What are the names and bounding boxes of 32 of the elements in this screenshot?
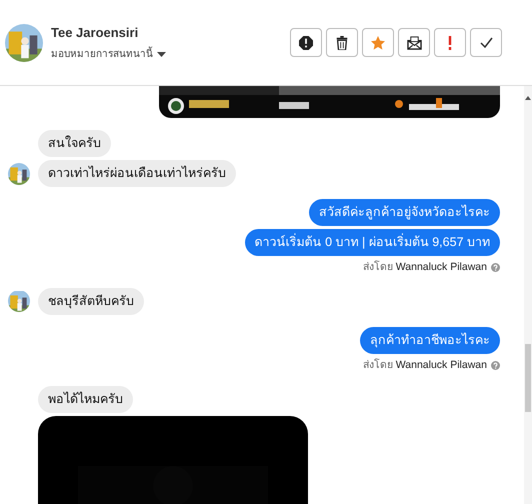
help-icon[interactable] [491,263,500,272]
message-bubble: สวัสดีค่ะลูกค้าอยู่จังหวัดอะไรคะ [309,199,500,226]
message-bubble: สนใจครับ [38,130,111,157]
message-bubble: ดาวเท่าไหร่ผ่อนเดือนเท่าไหร่ครับ [38,160,236,187]
mail-icon [406,36,422,50]
caret-icon [157,52,166,57]
scrollbar[interactable] [524,86,532,504]
trash-icon [335,36,349,50]
avatar [5,24,43,62]
exclamation-icon [448,36,452,50]
assign-dropdown[interactable]: มอบหมายการสนทนานี้ [51,46,166,62]
star-icon [371,36,385,50]
sender-info: ส่งโดย Wannaluck Pilawan [362,260,487,275]
message-bubble: ดาวน์เริ่มต้น 0 บาท | ผ่อนเริ่มต้น 9,657 บาท [244,229,500,256]
help-icon[interactable] [491,361,500,370]
message-bubble: ลุกค้าทำอาชีพอะไรคะ [360,326,500,354]
scrollbar-thumb[interactable] [525,344,531,412]
trash-button[interactable] [326,28,358,57]
scroll-up-icon[interactable] [525,96,531,100]
message-bubble: ชลบุรีสัตหีบครับ [38,288,144,315]
check-button[interactable] [470,28,502,57]
sender-avatar [8,162,30,184]
contact-name: Tee Jaroensiri [51,24,140,42]
star-button[interactable] [362,28,394,57]
sender-info: ส่งโดย Wannaluck Pilawan [362,358,487,373]
check-icon [480,37,492,48]
alert-button[interactable] [290,28,322,57]
sender-avatar [8,290,30,312]
mail-button[interactable] [398,28,430,57]
alert-icon [299,36,313,50]
important-button[interactable] [434,28,466,57]
message-bubble: พอได้ไหมครับ [38,386,133,412]
